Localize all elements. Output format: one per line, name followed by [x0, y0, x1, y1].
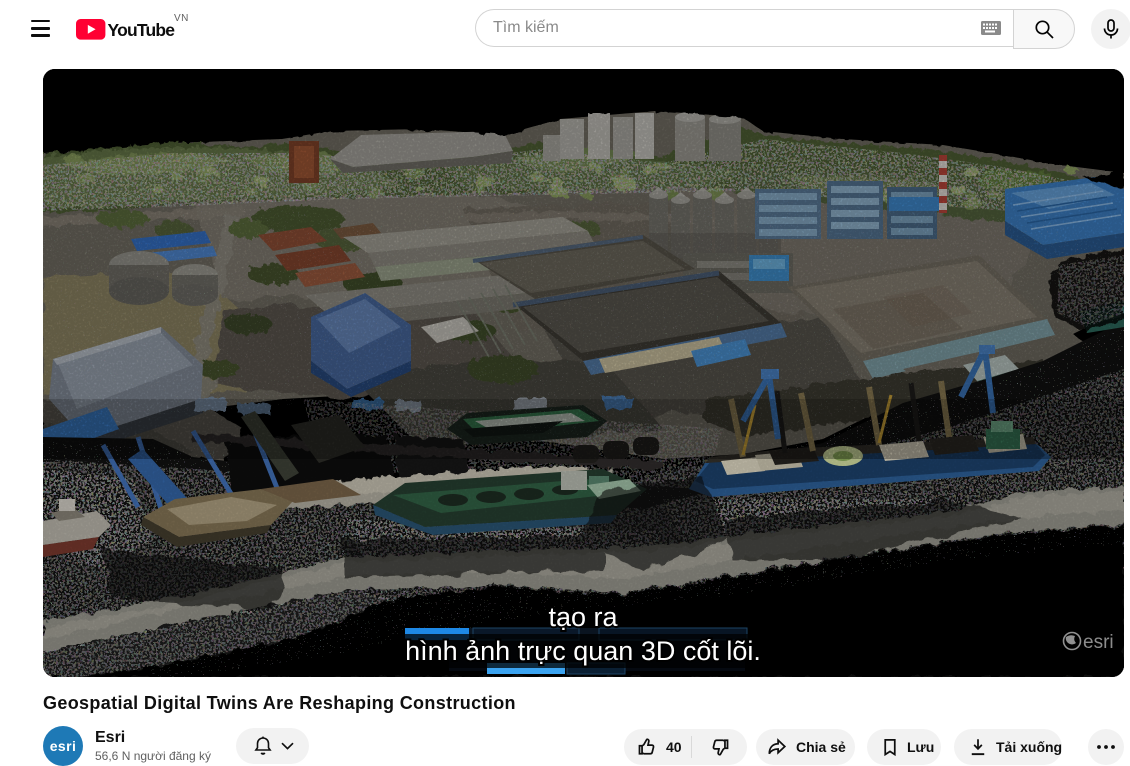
svg-text:hình ảnh trực quan 3D cốt lõi.: hình ảnh trực quan 3D cốt lõi.	[405, 636, 761, 666]
svg-text:tạo ra: tạo ra	[548, 602, 618, 632]
svg-text:YouTube: YouTube	[108, 20, 176, 40]
svg-text:esri: esri	[1083, 632, 1114, 653]
